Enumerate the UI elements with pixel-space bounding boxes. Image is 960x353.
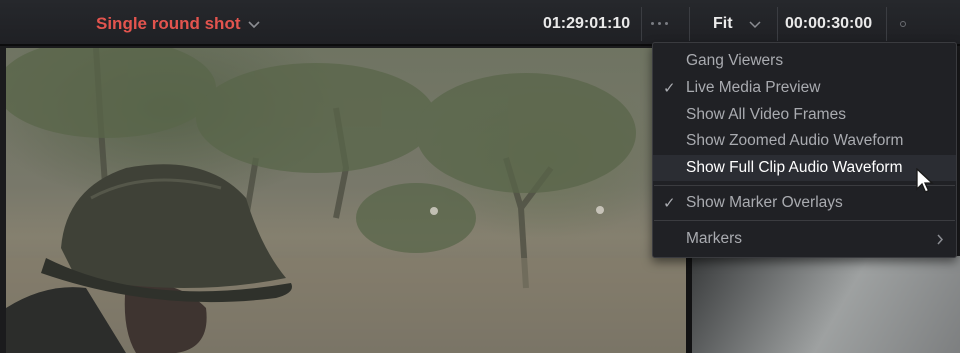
zoom-dropdown[interactable]: Fit [713,15,761,33]
menu-item-label: Show Marker Overlays [686,194,843,211]
viewer-video-frame[interactable] [6,48,686,353]
menu-item-show-full-clip-audio-waveform[interactable]: Show Full Clip Audio Waveform [653,155,956,181]
menu-item-label: Show All Video Frames [686,106,846,123]
chevron-down-icon [247,21,260,29]
chevron-down-icon [749,20,761,28]
clip-name-label: Single round shot [96,14,241,33]
mouse-cursor-icon [916,168,934,193]
menu-item-live-media-preview[interactable]: ✓ Live Media Preview [653,75,956,101]
checkmark-icon: ✓ [663,80,676,97]
header-divider [777,7,778,41]
menu-item-show-marker-overlays[interactable]: ✓ Show Marker Overlays [653,190,956,216]
duration-timecode: 00:00:30:00 [785,15,873,32]
clip-name-dropdown[interactable]: Single round shot [96,14,261,34]
menu-item-label: Show Zoomed Audio Waveform [686,132,904,149]
video-scene [6,48,686,353]
menu-item-show-zoomed-audio-waveform[interactable]: Show Zoomed Audio Waveform [653,128,956,154]
viewer-options-menu: Gang Viewers ✓ Live Media Preview Show A… [652,42,957,258]
source-timecode: 01:29:01:10 [543,15,631,32]
menu-separator [654,220,955,221]
chevron-right-icon [937,234,944,245]
menu-item-gang-viewers[interactable]: Gang Viewers [653,48,956,74]
header-divider [689,7,690,41]
menu-separator [654,185,955,186]
checkmark-icon: ✓ [663,195,676,212]
more-options-icon[interactable] [651,22,668,25]
header-divider [641,7,642,41]
menu-item-markers[interactable]: Markers [653,226,956,252]
menu-item-show-all-video-frames[interactable]: Show All Video Frames [653,102,956,128]
header-divider [886,7,887,41]
viewer-header: Single round shot 01:29:01:10 Fit 00:00:… [0,0,960,46]
status-dot-icon[interactable] [900,21,906,27]
zoom-label: Fit [713,15,733,32]
menu-item-label: Live Media Preview [686,79,821,96]
menu-item-label: Gang Viewers [686,52,784,69]
secondary-viewer-frame[interactable] [692,256,960,353]
menu-item-label: Markers [686,230,742,247]
menu-item-label: Show Full Clip Audio Waveform [686,159,903,176]
